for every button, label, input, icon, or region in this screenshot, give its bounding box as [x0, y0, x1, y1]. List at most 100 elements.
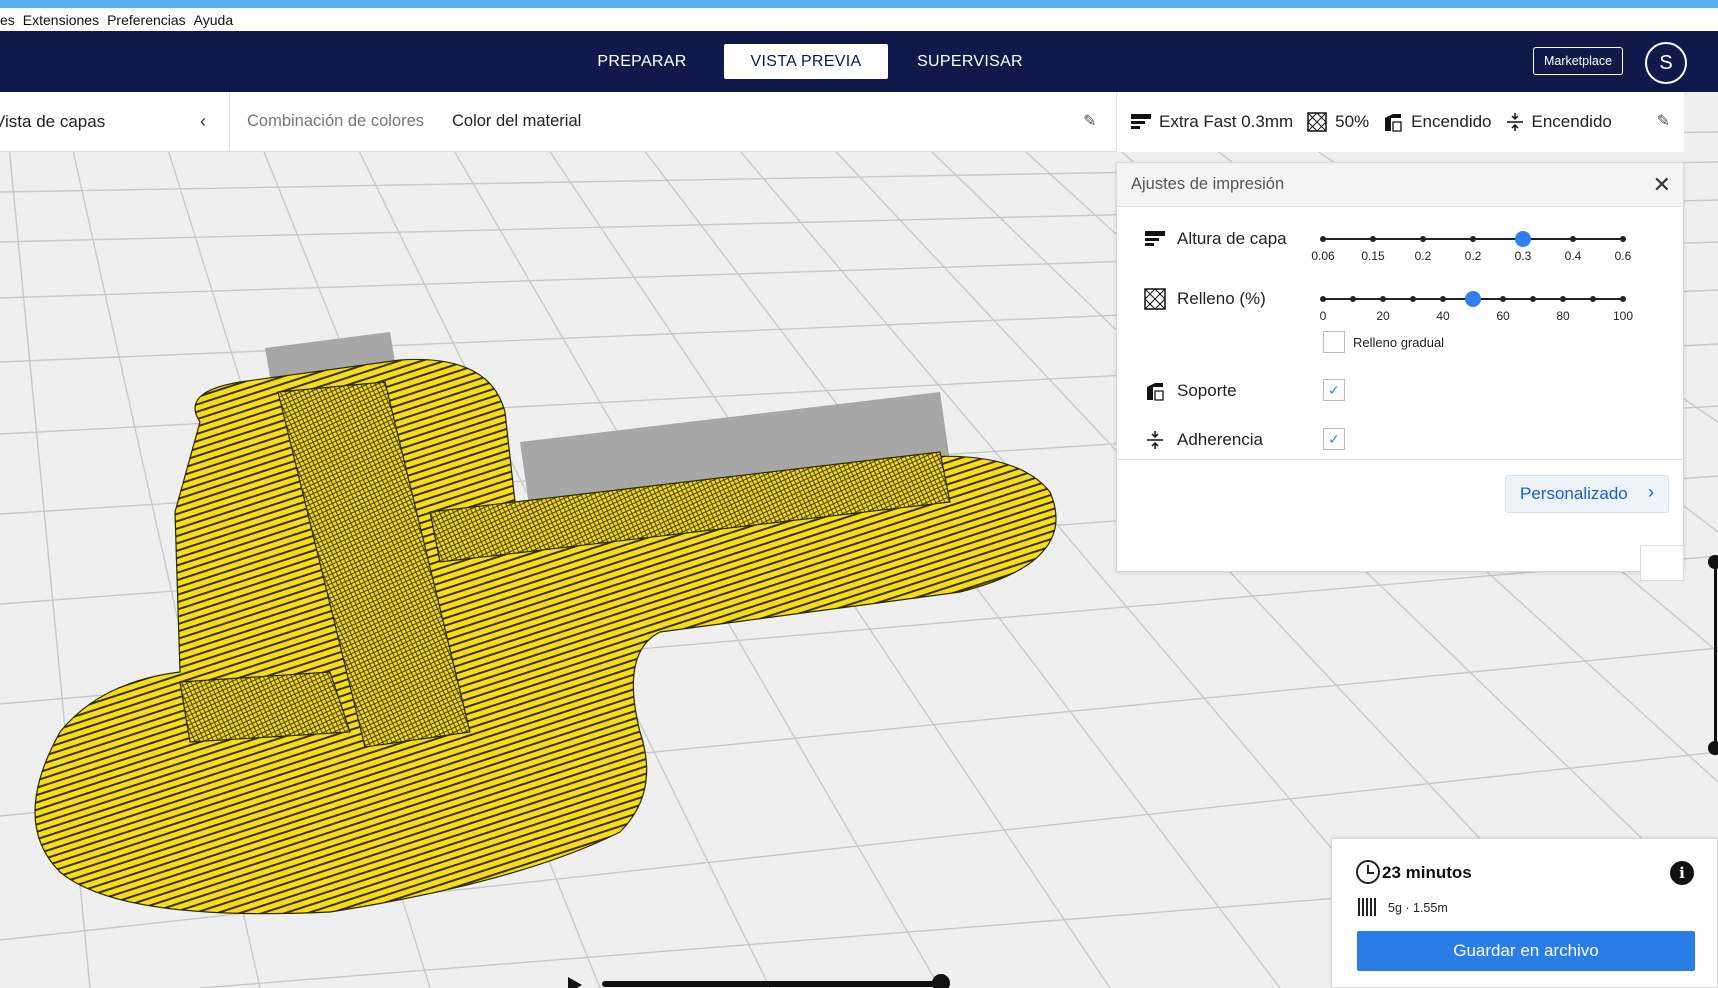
infill-row: Relleno (%): [1143, 287, 1266, 311]
layer-slider-upper-handle[interactable]: [1708, 555, 1718, 569]
slider-step-dot[interactable]: [1590, 296, 1596, 302]
slider-step-dot[interactable]: [1530, 296, 1536, 302]
play-icon[interactable]: [568, 977, 582, 988]
panel-divider: [1117, 459, 1683, 460]
summary-profile-text: Extra Fast 0.3mm: [1159, 112, 1294, 131]
print-estimate-panel: 23 minutos i 5g · 1.55m Guardar en archi…: [1331, 838, 1718, 988]
summary-support-text: Encendido: [1411, 112, 1492, 131]
slider-step-dot[interactable]: [1570, 236, 1576, 242]
slider-step-dot[interactable]: [1320, 236, 1326, 242]
tab-monitor[interactable]: SUPERVISAR: [888, 44, 1052, 79]
checkmark-icon: ✓: [1328, 430, 1340, 447]
slider-step-dot[interactable]: [1620, 296, 1626, 302]
print-time: 23 minutos: [1382, 863, 1472, 882]
color-scheme-value[interactable]: Color del material: [452, 112, 581, 131]
menu-item-extensions[interactable]: Extensiones: [23, 12, 99, 28]
pencil-icon[interactable]: ✎: [1657, 111, 1670, 131]
simulation-progress-bar[interactable]: [602, 981, 942, 987]
slider-tick-label: 60: [1496, 309, 1510, 323]
slider-tick-label: 80: [1556, 309, 1570, 323]
slider-step-dot[interactable]: [1380, 296, 1386, 302]
custom-button-label: Personalizado: [1520, 484, 1628, 503]
slider-handle[interactable]: [1515, 231, 1531, 247]
slider-step-dot[interactable]: [1620, 236, 1626, 242]
layer-height-icon: [1131, 114, 1151, 129]
summary-infill-text: 50%: [1335, 112, 1370, 131]
print-settings-summary[interactable]: Extra Fast 0.3mm 50% Encendido Encendido…: [1116, 92, 1684, 152]
layer-height-row: Altura de capa: [1143, 227, 1287, 251]
summary-infill: 50%: [1307, 112, 1369, 132]
support-row: Soporte: [1143, 379, 1237, 403]
menu-item-file-partial[interactable]: es: [0, 12, 15, 28]
slider-step-dot[interactable]: [1350, 296, 1356, 302]
material-usage: 5g · 1.55m: [1388, 901, 1448, 915]
custom-settings-button[interactable]: Personalizado ›: [1505, 475, 1669, 513]
menu-item-preferences[interactable]: Preferencias: [107, 12, 186, 28]
view-type-label: Vista de capas: [0, 112, 106, 131]
user-avatar-button[interactable]: S: [1645, 42, 1687, 84]
pencil-icon[interactable]: ✎: [1083, 111, 1096, 131]
save-to-file-button[interactable]: Guardar en archivo: [1357, 931, 1695, 971]
clock-icon: [1356, 860, 1380, 884]
slider-step-dot[interactable]: [1470, 236, 1476, 242]
slider-step-dot[interactable]: [1440, 296, 1446, 302]
slider-tick-label: 0.3: [1514, 249, 1532, 263]
panel-title: Ajustes de impresión: [1131, 175, 1285, 193]
support-icon: [1143, 379, 1167, 403]
info-icon[interactable]: i: [1670, 861, 1694, 885]
slider-step-dot[interactable]: [1410, 296, 1416, 302]
slider-tick-label: 0.06: [1311, 249, 1335, 263]
layer-height-slider[interactable]: 0.06 0.15 0.2 0.2 0.3 0.4 0.6: [1311, 227, 1653, 267]
window-accent-bar: [0, 0, 1718, 8]
layer-slider-lower-handle[interactable]: [1708, 741, 1718, 755]
slider-handle[interactable]: [1465, 291, 1481, 307]
support-checkbox[interactable]: ✓: [1323, 379, 1345, 401]
simulation-progress-handle[interactable]: [932, 974, 950, 988]
color-scheme-label: Combinación de colores: [247, 112, 425, 130]
menu-bar: es Extensiones Preferencias Ayuda: [0, 8, 1718, 31]
layer-height-icon: [1143, 227, 1167, 251]
adhesion-icon: [1143, 428, 1167, 452]
slider-step-dot[interactable]: [1370, 236, 1376, 242]
layer-view-tab[interactable]: [1640, 545, 1684, 581]
layer-range-slider[interactable]: [1708, 555, 1718, 755]
gradual-infill-label: Relleno gradual: [1353, 335, 1445, 350]
adhesion-icon: [1506, 113, 1523, 131]
slider-step-dot[interactable]: [1560, 296, 1566, 302]
panel-header: Ajustes de impresión ✕: [1117, 163, 1683, 207]
app-header: PREPARAR VISTA PREVIA SUPERVISAR Marketp…: [0, 31, 1718, 92]
support-icon: [1385, 114, 1402, 132]
adhesion-row: Adherencia: [1143, 428, 1263, 452]
menu-item-help[interactable]: Ayuda: [194, 12, 233, 28]
slider-tick-label: 40: [1436, 309, 1450, 323]
slider-step-dot[interactable]: [1320, 296, 1326, 302]
layer-slider-track: [1714, 555, 1717, 755]
tab-preview[interactable]: VISTA PREVIA: [724, 44, 888, 79]
tab-prepare[interactable]: PREPARAR: [560, 44, 724, 79]
view-toolbar: Vista de capas ‹ Combinación de colores …: [0, 92, 1116, 152]
marketplace-button[interactable]: Marketplace: [1533, 47, 1623, 75]
gradual-infill-checkbox[interactable]: [1323, 331, 1345, 353]
simulation-controls: [568, 974, 968, 988]
checkmark-icon: ✓: [1328, 381, 1340, 398]
filament-icon: [1358, 898, 1378, 916]
view-type-selector[interactable]: Vista de capas ‹: [0, 92, 230, 152]
slider-tick-label: 0.15: [1361, 249, 1385, 263]
support-label: Soporte: [1177, 381, 1237, 400]
chevron-left-icon[interactable]: ‹: [200, 111, 206, 132]
slider-tick-label: 0.2: [1464, 249, 1482, 263]
infill-slider[interactable]: 0 20 40 60 80 100: [1319, 287, 1653, 327]
infill-label: Relleno (%): [1177, 289, 1266, 308]
adhesion-label: Adherencia: [1177, 430, 1264, 449]
slider-step-dot[interactable]: [1500, 296, 1506, 302]
slider-tick-label: 0.2: [1414, 249, 1432, 263]
summary-adhesion: Encendido: [1506, 112, 1612, 132]
slider-tick-label: 0.4: [1564, 249, 1582, 263]
summary-profile: Extra Fast 0.3mm: [1131, 112, 1293, 132]
infill-icon: [1143, 287, 1167, 311]
slider-tick-label: 0: [1319, 309, 1327, 323]
slider-step-dot[interactable]: [1420, 236, 1426, 242]
close-icon[interactable]: ✕: [1653, 172, 1671, 198]
infill-icon: [1307, 112, 1327, 132]
adhesion-checkbox[interactable]: ✓: [1323, 428, 1345, 450]
